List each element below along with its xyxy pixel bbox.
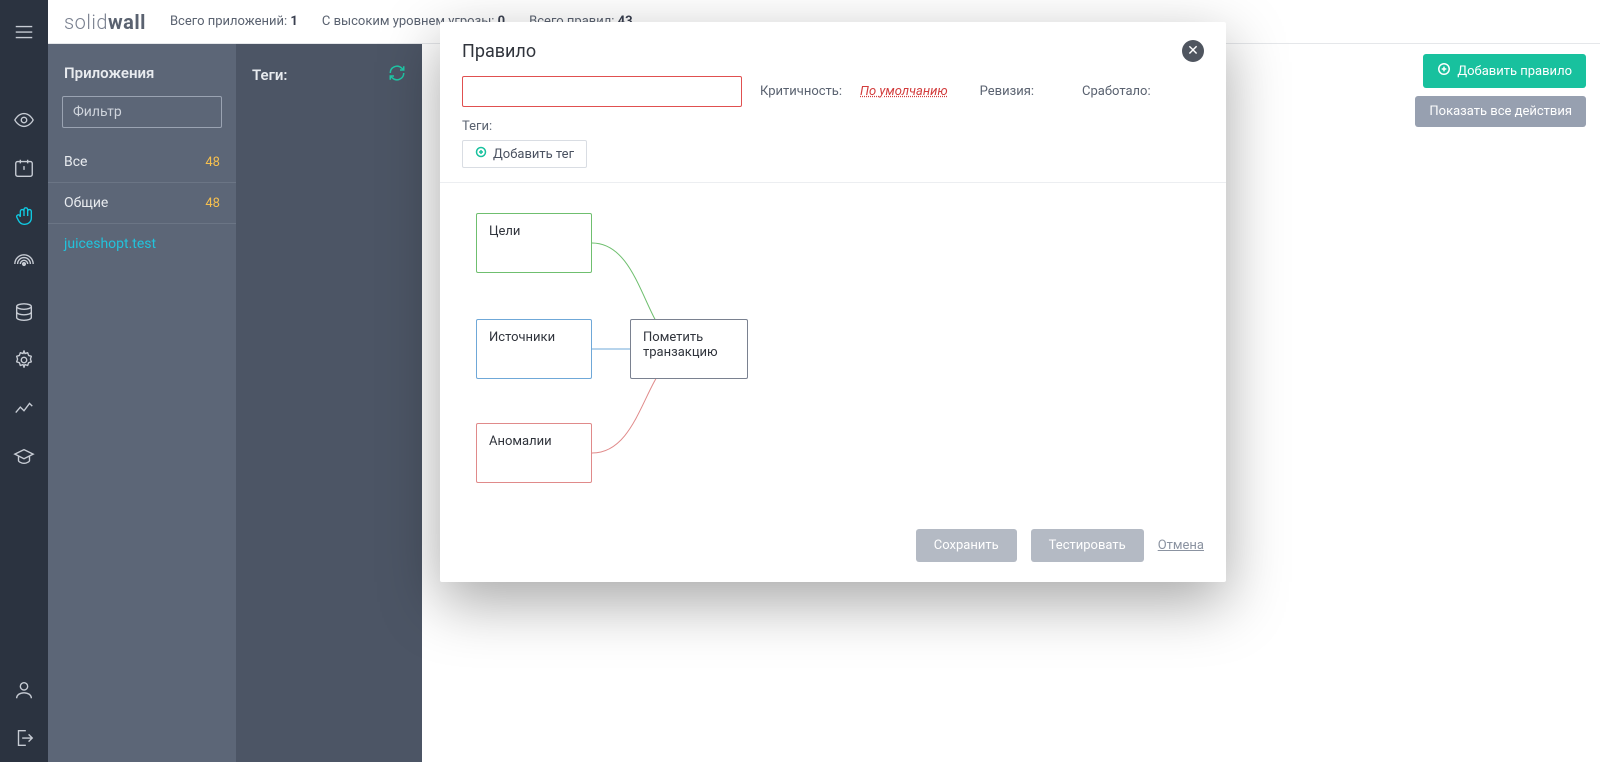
brand-logo: solidwall xyxy=(64,10,146,34)
node-sources[interactable]: Источники xyxy=(476,319,592,379)
add-tag-label: Добавить тег xyxy=(493,147,574,162)
signal-icon[interactable] xyxy=(0,240,48,288)
apps-row-count: 48 xyxy=(205,196,220,211)
analytics-icon[interactable] xyxy=(0,384,48,432)
cancel-link[interactable]: Отмена xyxy=(1158,538,1204,553)
criticality-value[interactable]: По умолчанию xyxy=(860,84,948,99)
apps-row-all[interactable]: Все 48 xyxy=(48,142,236,183)
modal-tags-label: Теги: xyxy=(462,119,1204,134)
rule-modal: Правило ✕ Критичность: По умолчанию Реви… xyxy=(440,22,1226,582)
triggered-label: Сработало: xyxy=(1082,84,1151,99)
refresh-icon[interactable] xyxy=(388,64,406,86)
eye-icon[interactable] xyxy=(0,96,48,144)
hand-icon[interactable] xyxy=(0,192,48,240)
plus-circle-icon xyxy=(1437,62,1451,80)
apps-row-common[interactable]: Общие 48 xyxy=(48,183,236,224)
apps-panel: Приложения Все 48 Общие 48 juiceshopt.te… xyxy=(48,44,236,762)
hamburger-icon[interactable] xyxy=(0,8,48,56)
apps-row-label: Общие xyxy=(64,195,108,211)
revision-label: Ревизия: xyxy=(980,84,1034,99)
node-targets[interactable]: Цели xyxy=(476,213,592,273)
tags-panel-title: Теги: xyxy=(252,66,288,84)
nav-rail xyxy=(0,0,48,762)
node-action[interactable]: Пометить транзакцию xyxy=(630,319,748,379)
filter-input[interactable] xyxy=(62,96,222,128)
add-rule-label: Добавить правило xyxy=(1457,64,1572,79)
test-button[interactable]: Тестировать xyxy=(1031,529,1144,562)
rule-canvas: Цели Источники Аномалии Пометить транзак… xyxy=(440,183,1226,513)
rule-name-input[interactable] xyxy=(462,76,742,107)
database-icon[interactable] xyxy=(0,288,48,336)
user-icon[interactable] xyxy=(0,666,48,714)
apps-row-count: 48 xyxy=(205,155,220,170)
modal-title: Правило xyxy=(462,41,536,62)
add-rule-button[interactable]: Добавить правило xyxy=(1423,54,1586,88)
plus-icon xyxy=(475,146,487,162)
page-actions: Добавить правило Показать все действия xyxy=(1415,54,1586,127)
logout-icon[interactable] xyxy=(0,714,48,762)
close-icon[interactable]: ✕ xyxy=(1182,40,1204,62)
add-tag-button[interactable]: Добавить тег xyxy=(462,140,587,168)
apps-row-label: Все xyxy=(64,154,87,170)
tags-panel: Теги: xyxy=(236,44,422,762)
gear-icon[interactable] xyxy=(0,336,48,384)
save-button[interactable]: Сохранить xyxy=(916,529,1017,562)
stat-total-apps: Всего приложений: 1 xyxy=(170,14,298,29)
calendar-alert-icon[interactable] xyxy=(0,144,48,192)
app-link[interactable]: juiceshopt.test xyxy=(48,224,236,264)
apps-panel-title: Приложения xyxy=(48,44,236,96)
graduation-icon[interactable] xyxy=(0,432,48,480)
criticality-label: Критичность: xyxy=(760,84,842,99)
show-all-actions-button[interactable]: Показать все действия xyxy=(1415,96,1586,127)
node-anomalies[interactable]: Аномалии xyxy=(476,423,592,483)
